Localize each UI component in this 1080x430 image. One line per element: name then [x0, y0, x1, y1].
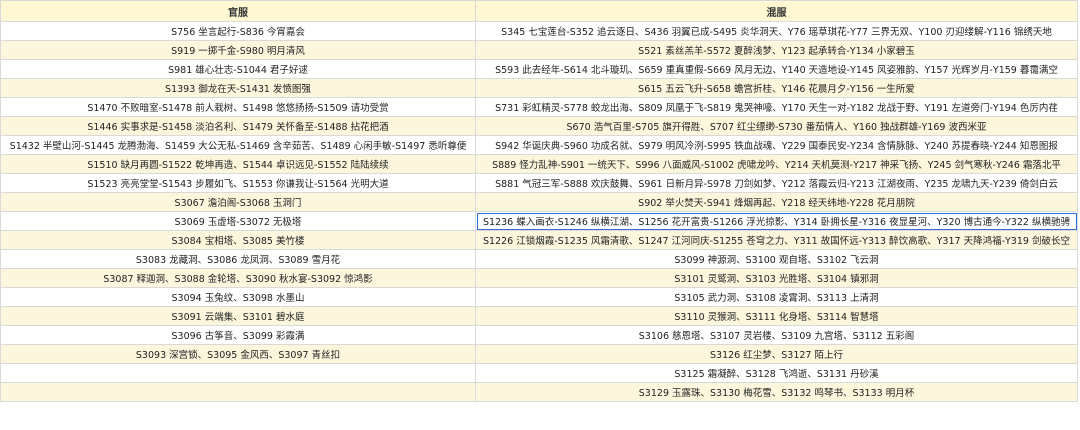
mixed-server-cell: S345 七宝莲台-S352 追云逐日、S436 羽翼已成-S495 炎华洞天、…	[475, 21, 1078, 41]
mixed-server-cell: S1236 蝶入画衣-S1246 纵横江湖、S1256 花开富贵-S1266 浮…	[475, 211, 1078, 231]
table-row: S1432 半壁山河-S1445 龙腾渤海、S1459 大公无私-S1469 含…	[0, 135, 1078, 155]
table-row: S3084 宝相塔、S3085 美竹楼 S1226 江锁烟霞-S1235 风霜清歌…	[0, 230, 1078, 250]
official-server-cell: S3083 龙藏洞、S3086 龙凤洞、S3089 雪月花	[0, 249, 476, 269]
table-row: S3091 云端集、S3101 碧水庭 S3110 灵猴洞、S3111 化身塔、S…	[0, 306, 1078, 326]
official-server-cell: S3067 澹泊阁-S3068 玉洞门	[0, 192, 476, 212]
table-row: S1523 亮亮堂堂-S1543 步履如飞、S1553 你谦我让-S1564 光…	[0, 173, 1078, 193]
table-row: S3094 玉兔纹、S3098 水墨山 S3105 武力洞、S3108 凌霄洞、S…	[0, 287, 1078, 307]
mixed-server-cell: S3106 慈恩塔、S3107 灵岩楼、S3109 九宫塔、S3112 五彩阁	[475, 325, 1078, 345]
mixed-server-cell: S3105 武力洞、S3108 凌霄洞、S3113 上清洞	[475, 287, 1078, 307]
table-row: S1470 不败暗室-S1478 前人栽树、S1498 悠悠扬扬-S1509 请…	[0, 97, 1078, 117]
mixed-server-cell: S3126 红尘梦、S3127 陌上行	[475, 344, 1078, 364]
official-server-cell: S1432 半壁山河-S1445 龙腾渤海、S1459 大公无私-S1469 含…	[0, 135, 476, 155]
mixed-server-cell: S615 五云飞升-S658 蟾宫折桂、Y146 花晨月夕-Y156 一生所爱	[475, 78, 1078, 98]
mixed-server-cell: S3101 灵鹫洞、S3103 光胜塔、S3104 镇邪洞	[475, 268, 1078, 288]
mixed-server-cell: S731 彩虹精灵-S778 蛟龙出海、S809 凤凰于飞-S819 鬼哭神嚎、…	[475, 97, 1078, 117]
mixed-server-cell: S881 气冠三军-S888 欢庆鼓舞、S961 日新月异-S978 刀剑如梦、…	[475, 173, 1078, 193]
table-row: S3129 玉露珠、S3130 梅花雪、S3132 鸣琴书、S3133 明月杯	[0, 382, 1078, 402]
official-server-cell: S1446 实事求是-S1458 淡泊名利、S1479 关怀备至-S1488 拈…	[0, 116, 476, 136]
official-server-cell: S1393 御龙在天-S1431 发愤图强	[0, 78, 476, 98]
table-row: S3125 霜凝醉、S3128 飞鸿逝、S3131 丹砂溪	[0, 363, 1078, 383]
official-server-cell: S919 一掷千金-S980 明月清风	[0, 40, 476, 60]
mixed-server-cell: S3125 霜凝醉、S3128 飞鸿逝、S3131 丹砂溪	[475, 363, 1078, 383]
official-server-cell: S1510 缺月再圆-S1522 乾坤再造、S1544 卓识远见-S1552 陆…	[0, 154, 476, 174]
official-server-cell: S756 坐言起行-S836 今宵嘉会	[0, 21, 476, 41]
mixed-server-cell: S593 此去经年-S614 北斗璇玑、S659 重真重假-S669 风月无边、…	[475, 59, 1078, 79]
table-row: S3087 释迦洞、S3088 金轮塔、S3090 秋水宴-S3092 惊鸿影 S…	[0, 268, 1078, 288]
official-server-cell: S3084 宝相塔、S3085 美竹楼	[0, 230, 476, 250]
table-row: S981 雄心壮志-S1044 君子好逑 S593 此去经年-S614 北斗璇玑、…	[0, 59, 1078, 79]
official-server-cell	[0, 382, 476, 402]
official-server-cell: S3096 古筝音、S3099 彩霞满	[0, 325, 476, 345]
table-row: S756 坐言起行-S836 今宵嘉会 S345 七宝莲台-S352 追云逐日、S…	[0, 21, 1078, 41]
official-server-cell: S3087 释迦洞、S3088 金轮塔、S3090 秋水宴-S3092 惊鸿影	[0, 268, 476, 288]
table-row: S3069 玉虚塔-S3072 无极塔 S1236 蝶入画衣-S1246 纵横江湖…	[0, 211, 1078, 231]
official-server-cell: S3093 深宫锁、S3095 金风西、S3097 青丝扣	[0, 344, 476, 364]
server-list-document: 官服 混服 S756 坐言起行-S836 今宵嘉会 S345 七宝莲台-S352 …	[0, 0, 1080, 430]
official-server-cell: S3091 云端集、S3101 碧水庭	[0, 306, 476, 326]
table-row: S1393 御龙在天-S1431 发愤图强 S615 五云飞升-S658 蟾宫折桂…	[0, 78, 1078, 98]
mixed-server-cell: S942 华诞庆典-S960 功成名就、S979 明风冷洌-S995 铁血战魂、…	[475, 135, 1078, 155]
mixed-server-cell: S3129 玉露珠、S3130 梅花雪、S3132 鸣琴书、S3133 明月杯	[475, 382, 1078, 402]
header-official-servers: 官服	[0, 0, 476, 22]
official-server-cell	[0, 363, 476, 383]
header-mixed-servers: 混服	[475, 0, 1078, 22]
mixed-server-cell: S3110 灵猴洞、S3111 化身塔、S3114 智慧塔	[475, 306, 1078, 326]
table-row: S1510 缺月再圆-S1522 乾坤再造、S1544 卓识远见-S1552 陆…	[0, 154, 1078, 174]
table-row: S1446 实事求是-S1458 淡泊名利、S1479 关怀备至-S1488 拈…	[0, 116, 1078, 136]
mixed-server-cell: S670 浩气百里-S705 旗开得胜、S707 红尘缥缈-S730 番茄情人、…	[475, 116, 1078, 136]
table-row: S3093 深宫锁、S3095 金风西、S3097 青丝扣 S3126 红尘梦、S…	[0, 344, 1078, 364]
mixed-server-cell: S902 举火焚天-S941 烽烟再起、Y218 经天纬地-Y228 花月朋院	[475, 192, 1078, 212]
official-server-cell: S3069 玉虚塔-S3072 无极塔	[0, 211, 476, 231]
table-body: S756 坐言起行-S836 今宵嘉会 S345 七宝莲台-S352 追云逐日、S…	[0, 21, 1078, 402]
mixed-server-cell: S889 怪力乱神-S901 一统天下、S996 八面威风-S1002 虎啸龙吟…	[475, 154, 1078, 174]
official-server-cell: S3094 玉兔纹、S3098 水墨山	[0, 287, 476, 307]
table-row: S3083 龙藏洞、S3086 龙凤洞、S3089 雪月花 S3099 神源洞、S…	[0, 249, 1078, 269]
official-server-cell: S1470 不败暗室-S1478 前人栽树、S1498 悠悠扬扬-S1509 请…	[0, 97, 476, 117]
mixed-server-cell: S1226 江锁烟霞-S1235 风霜清歌、S1247 江河同庆-S1255 苍…	[475, 230, 1078, 250]
official-server-cell: S1523 亮亮堂堂-S1543 步履如飞、S1553 你谦我让-S1564 光…	[0, 173, 476, 193]
official-server-cell: S981 雄心壮志-S1044 君子好逑	[0, 59, 476, 79]
table-row: S919 一掷千金-S980 明月清风 S521 素丝羔羊-S572 夏醉浅梦、Y…	[0, 40, 1078, 60]
server-merge-table: 官服 混服 S756 坐言起行-S836 今宵嘉会 S345 七宝莲台-S352 …	[0, 0, 1078, 402]
mixed-server-cell: S521 素丝羔羊-S572 夏醉浅梦、Y123 起承转合-Y134 小家碧玉	[475, 40, 1078, 60]
mixed-server-cell: S3099 神源洞、S3100 观自塔、S3102 飞云洞	[475, 249, 1078, 269]
table-header-row: 官服 混服	[0, 0, 1078, 22]
table-row: S3096 古筝音、S3099 彩霞满 S3106 慈恩塔、S3107 灵岩楼、S…	[0, 325, 1078, 345]
table-row: S3067 澹泊阁-S3068 玉洞门 S902 举火焚天-S941 烽烟再起、Y…	[0, 192, 1078, 212]
